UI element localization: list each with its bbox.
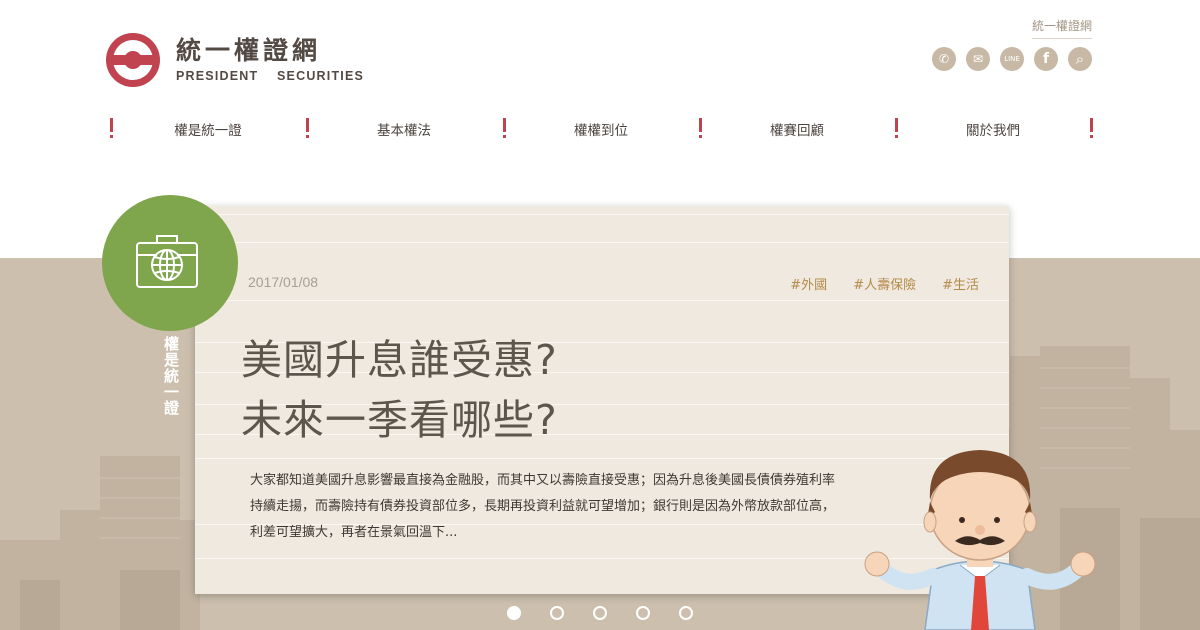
carousel-pagination [507, 606, 693, 620]
article-tags: #外國 #人壽保險 #生活 [790, 274, 979, 293]
article-title-line-1: 美國升息誰受惠? [241, 336, 558, 384]
carousel-dot-5[interactable] [679, 606, 693, 620]
logo-emblem [106, 33, 160, 87]
category-vertical-label-text: 權是統一證 [162, 336, 180, 416]
cartoon-businessman-illustration [864, 450, 1096, 630]
top-site-link[interactable]: 統一權證網 [1031, 17, 1092, 39]
mail-icon[interactable]: ✉ [966, 47, 990, 71]
logo-chinese-name: 統一權證網 [176, 36, 322, 65]
main-navigation: 權是統一證 基本權法 權權到位 權賽回顧 關於我們 [110, 116, 1096, 140]
tag-life[interactable]: #生活 [942, 274, 979, 293]
article-excerpt-line: 大家都知道美國升息影響最直接為金融股，而其中又以壽險直接受惠；因為升息後美國長債… [250, 473, 836, 488]
facebook-icon[interactable]: f [1034, 47, 1058, 71]
search-icon[interactable]: ⌕ [1068, 47, 1092, 71]
carousel-dot-2[interactable] [550, 606, 564, 620]
category-badge [102, 195, 238, 331]
carousel-dot-3[interactable] [593, 606, 607, 620]
article-excerpt-line: 持續走揚，而壽險持有債券投資部位多，長期再投資利益就可望增加；銀行則是因為外幣放… [250, 499, 836, 514]
carousel-dot-1[interactable] [507, 606, 521, 620]
nav-item-warrant-in-place[interactable]: 權權到位 [506, 119, 696, 139]
tag-foreign[interactable]: #外國 [790, 274, 827, 293]
nav-item-contest-review[interactable]: 權賽回顧 [702, 119, 892, 139]
logo-english-name: PRESIDENT SECURITIES [176, 69, 365, 83]
carousel-dot-4[interactable] [636, 606, 650, 620]
article-excerpt: 大家都知道美國升息影響最直接為金融股，而其中又以壽險直接受惠；因為升息後美國長債… [250, 468, 870, 546]
tag-life-insurance[interactable]: #人壽保險 [853, 274, 916, 293]
globe-briefcase-icon [136, 235, 198, 288]
article-date: 2017/01/08 [248, 274, 319, 290]
phone-icon[interactable]: ✆ [932, 47, 956, 71]
social-icons: ✆ ✉ LINE f ⌕ [932, 47, 1092, 71]
nav-item-basic-warrant[interactable]: 基本權法 [309, 119, 499, 139]
nav-item-quan-shi-tongyi-zheng[interactable]: 權是統一證 [113, 119, 303, 139]
article-title-line-2: 未來一季看哪些? [241, 396, 558, 444]
line-icon[interactable]: LINE [1000, 47, 1024, 71]
site-logo[interactable]: 統一權證網 PRESIDENT SECURITIES [106, 33, 364, 87]
nav-divider [1090, 118, 1093, 140]
nav-item-about-us[interactable]: 關於我們 [898, 119, 1088, 139]
article-title[interactable]: 美國升息誰受惠? 未來一季看哪些? [241, 330, 558, 450]
category-vertical-label: 權是統一證 [161, 336, 181, 416]
article-excerpt-line: 利差可望擴大，再者在景氣回溫下... [250, 525, 458, 540]
